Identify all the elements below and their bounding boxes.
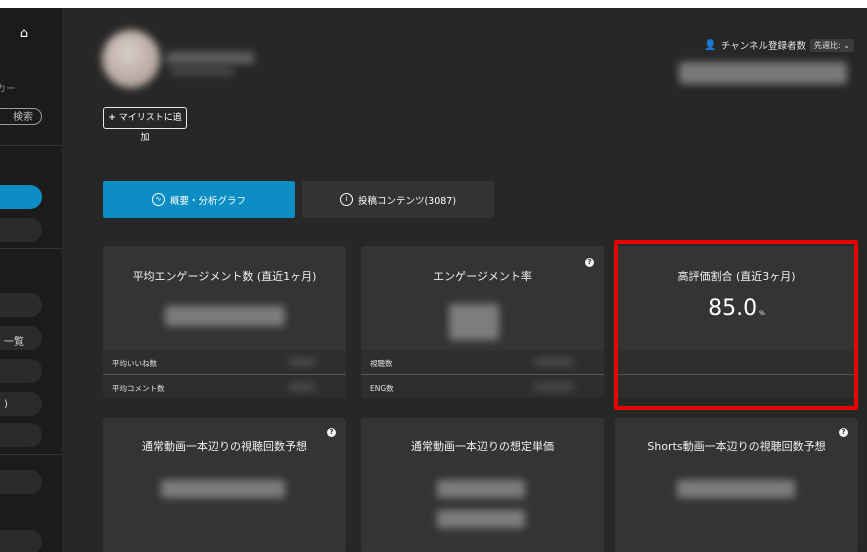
channel-name-blurred — [166, 52, 254, 64]
sidebar-item[interactable] — [0, 470, 42, 494]
sidebar-search-hint[interactable]: カー — [0, 80, 16, 95]
sidebar-item[interactable] — [0, 423, 42, 447]
add-to-mylist-button[interactable]: + マイリストに追加 — [103, 107, 187, 143]
subscriber-count-label: チャンネル登録者数 — [720, 41, 807, 52]
help-icon[interactable]: ? — [839, 428, 848, 437]
card-title: Shorts動画一本辺りの視聴回数予想 — [647, 440, 826, 453]
value-blurred — [677, 480, 795, 498]
metric-row: 平均いいね数 — [103, 350, 346, 374]
metric-row: ENG数 — [361, 375, 604, 398]
value-blurred — [437, 480, 525, 498]
metric-label: ENG数 — [370, 384, 394, 393]
sidebar-search-button[interactable]: 検索 — [0, 108, 42, 125]
metric-label: 平均コメント数 — [112, 384, 165, 393]
subscriber-count-blurred — [679, 62, 847, 84]
tab-overview[interactable]: ∿ 概要・分析グラフ — [103, 181, 295, 218]
card-shorts-views-forecast: ? Shorts動画一本辺りの視聴回数予想 — [615, 418, 858, 552]
card-engagement-rate: ? エンゲージメント率 視聴数 ENG数 — [361, 246, 604, 398]
user-icon: 👤 — [704, 39, 717, 51]
card-avg-engagement: 平均エンゲージメント数 (直近1ヶ月) 平均いいね数 平均コメント数 — [103, 246, 346, 398]
period-select[interactable]: 先週比: ⌄ — [810, 38, 854, 52]
tab-posts[interactable]: i 投稿コンテンツ(3087) — [302, 181, 494, 218]
metric-row: 平均コメント数 — [103, 375, 346, 398]
help-icon[interactable]: ? — [585, 258, 594, 267]
top-strip — [0, 0, 867, 8]
sidebar-item[interactable] — [0, 293, 42, 317]
card-title: エンゲージメント率 — [433, 270, 532, 283]
metric-value-blurred — [534, 384, 574, 390]
channel-handle-blurred — [170, 68, 234, 75]
sidebar-item[interactable] — [0, 530, 42, 552]
info-icon: i — [339, 193, 353, 206]
sidebar-divider — [0, 454, 62, 455]
sidebar-item[interactable] — [0, 218, 42, 242]
sidebar-item-label: 一覧 — [4, 337, 24, 348]
card-normal-video-views-forecast: ? 通常動画一本辺りの視聴回数予想 — [103, 418, 346, 552]
metric-value-blurred — [534, 359, 574, 365]
metric-row: 視聴数 — [361, 350, 604, 374]
sidebar-item[interactable] — [0, 359, 42, 383]
add-to-mylist-label: マイリストに追加 — [118, 113, 182, 143]
metric-value-blurred — [288, 359, 316, 365]
metric-label: 平均いいね数 — [112, 359, 157, 368]
value-blurred — [161, 480, 285, 498]
highlight-box — [614, 240, 858, 410]
value-blurred — [165, 306, 285, 326]
tab-posts-label: 投稿コンテンツ(3087) — [357, 195, 457, 207]
sidebar-item-label: ) — [4, 399, 8, 410]
card-title: 通常動画一本辺りの想定単価 — [411, 440, 554, 453]
subscriber-count-header: 👤 チャンネル登録者数 先週比: ⌄ — [704, 38, 854, 52]
card-normal-video-unit-price: 通常動画一本辺りの想定単価 — [361, 418, 604, 552]
main-content: + マイリストに追加 👤 チャンネル登録者数 先週比: ⌄ ∿ 概要・分析グラフ … — [62, 8, 867, 552]
metric-value-blurred — [288, 384, 316, 390]
metric-label: 視聴数 — [370, 359, 393, 368]
value-blurred — [437, 510, 525, 528]
sidebar: ⌂ カー 検索 一覧 ) — [0, 8, 62, 552]
home-icon[interactable]: ⌂ — [14, 24, 34, 44]
sidebar-divider — [0, 145, 62, 146]
sidebar-item-active[interactable] — [0, 185, 42, 209]
card-title: 通常動画一本辺りの視聴回数予想 — [142, 440, 307, 453]
value-blurred — [449, 304, 499, 340]
channel-avatar — [102, 30, 160, 88]
help-icon[interactable]: ? — [327, 428, 336, 437]
sidebar-divider — [0, 248, 62, 249]
tab-overview-label: 概要・分析グラフ — [169, 195, 246, 207]
chart-icon: ∿ — [151, 193, 165, 206]
plus-icon: + — [108, 113, 116, 123]
card-title: 平均エンゲージメント数 (直近1ヶ月) — [132, 270, 317, 283]
